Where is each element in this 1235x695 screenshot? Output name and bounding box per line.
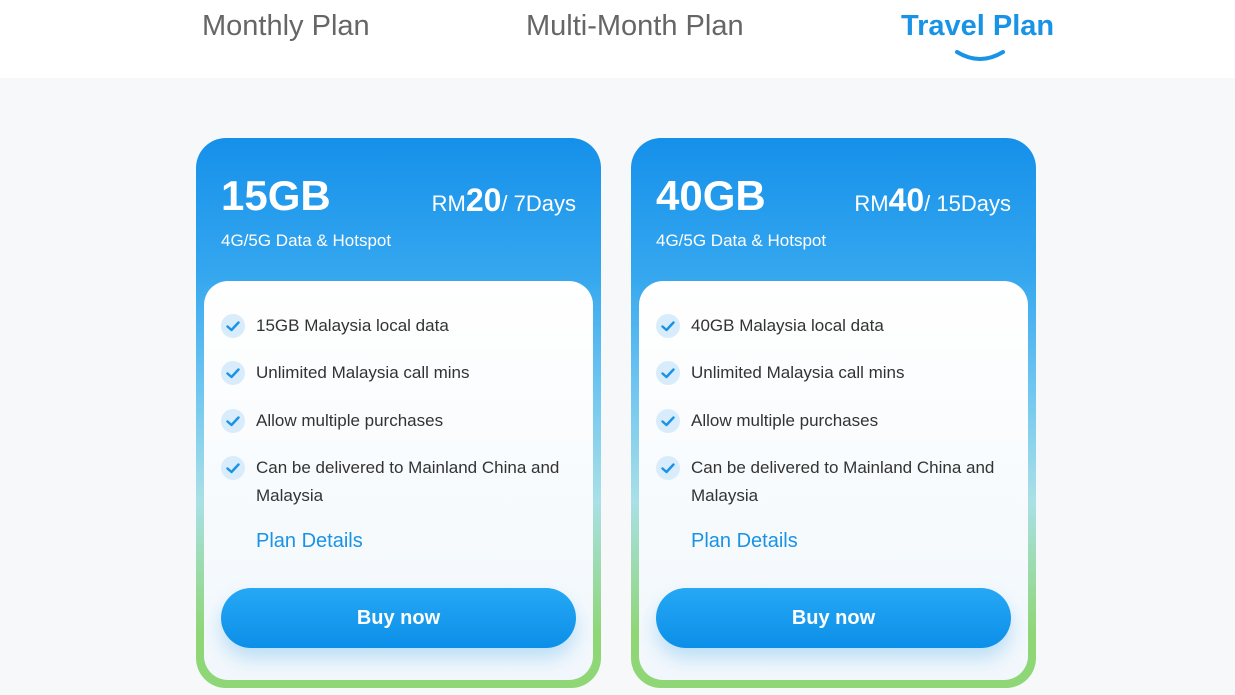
feature-text: Allow multiple purchases (691, 411, 879, 430)
active-tab-smile-indicator (955, 50, 1005, 61)
feature-text: 40GB Malaysia local data (691, 316, 884, 335)
check-icon (656, 314, 680, 338)
plan-price: RM20/ 7Days (432, 182, 576, 219)
feature-text: Can be delivered to Mainland China and M… (691, 458, 995, 505)
feature-item: 15GB Malaysia local data (221, 314, 571, 340)
price-amount: 40 (888, 182, 925, 218)
plan-data-amount: 40GB (656, 172, 766, 219)
tab-monthly-plan[interactable]: Monthly Plan (202, 10, 370, 43)
buy-now-button[interactable]: Buy now (656, 588, 1011, 648)
check-icon (221, 314, 245, 338)
check-icon (656, 409, 680, 433)
tab-multi-month-plan[interactable]: Multi-Month Plan (526, 10, 744, 43)
feature-text: 15GB Malaysia local data (256, 316, 449, 335)
price-period: / 7Days (501, 191, 576, 216)
price-currency: RM (431, 191, 466, 216)
feature-item: Can be delivered to Mainland China and M… (221, 456, 571, 510)
feature-item: Unlimited Malaysia call mins (221, 361, 571, 387)
plan-features-panel: 15GB Malaysia local data Unlimited Malay… (204, 281, 593, 680)
check-icon (656, 361, 680, 385)
feature-text: Can be delivered to Mainland China and M… (256, 458, 560, 505)
feature-item: Unlimited Malaysia call mins (656, 361, 1006, 387)
feature-text: Allow multiple purchases (256, 411, 444, 430)
feature-item: Allow multiple purchases (656, 409, 1006, 435)
plan-card-15gb: 15GB RM20/ 7Days 4G/5G Data & Hotspot 15… (196, 138, 601, 688)
feature-text: Unlimited Malaysia call mins (256, 363, 470, 382)
price-amount: 20 (465, 182, 502, 218)
check-icon (656, 456, 680, 480)
price-period: / 15Days (924, 191, 1011, 216)
plan-subtitle: 4G/5G Data & Hotspot (221, 231, 392, 250)
check-icon (221, 456, 245, 480)
buy-now-button[interactable]: Buy now (221, 588, 576, 648)
feature-text: Unlimited Malaysia call mins (691, 363, 905, 382)
plan-subtitle: 4G/5G Data & Hotspot (656, 231, 827, 250)
price-currency: RM (854, 191, 889, 216)
plan-tab-bar: Monthly Plan Multi-Month Plan Travel Pla… (0, 0, 1235, 78)
check-icon (221, 409, 245, 433)
plan-price: RM40/ 15Days (854, 182, 1011, 219)
plan-details-link[interactable]: Plan Details (691, 530, 798, 553)
feature-item: Allow multiple purchases (221, 409, 571, 435)
feature-item: Can be delivered to Mainland China and M… (656, 456, 1006, 510)
plan-features-panel: 40GB Malaysia local data Unlimited Malay… (639, 281, 1028, 680)
plan-card-40gb: 40GB RM40/ 15Days 4G/5G Data & Hotspot 4… (631, 138, 1036, 688)
plan-details-link[interactable]: Plan Details (256, 530, 363, 553)
plan-data-amount: 15GB (221, 172, 331, 219)
tab-travel-plan[interactable]: Travel Plan (901, 10, 1054, 43)
check-icon (221, 361, 245, 385)
feature-item: 40GB Malaysia local data (656, 314, 1006, 340)
